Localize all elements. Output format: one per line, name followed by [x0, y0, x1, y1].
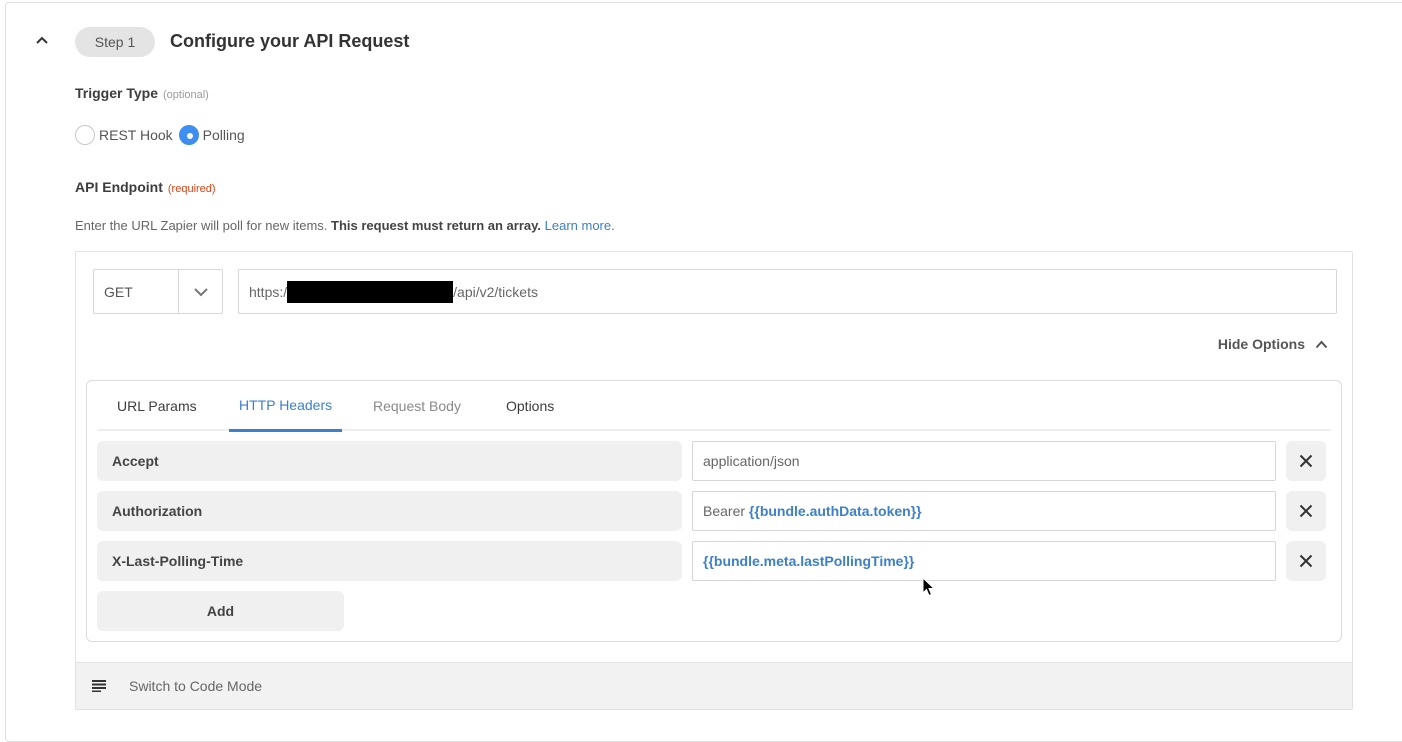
api-endpoint-box: GET https://api/v2/tickets Hide Options …	[75, 251, 1353, 710]
chevron-up-icon	[1315, 340, 1328, 348]
step-title: Configure your API Request	[170, 31, 410, 51]
header-value-field[interactable]: Bearer {{bundle.authData.token}}	[692, 491, 1276, 531]
required-hint: (required)	[167, 183, 216, 195]
step-badge: Step 1	[75, 27, 155, 57]
remove-header-button[interactable]	[1286, 491, 1326, 531]
trigger-type-label: Trigger Type (optional)	[75, 85, 209, 101]
header-value-text: application/json	[703, 453, 800, 469]
api-endpoint-label-text: API Endpoint	[75, 179, 163, 195]
chevron-up-icon	[36, 36, 48, 44]
close-icon	[1299, 454, 1313, 468]
help-text-bold: This request must return an array.	[331, 218, 542, 233]
header-value-token: {{bundle.meta.lastPollingTime}}	[703, 553, 915, 569]
tab-url-params[interactable]: URL Params	[107, 381, 207, 431]
header-value-field[interactable]: {{bundle.meta.lastPollingTime}}	[692, 541, 1276, 581]
add-header-button[interactable]: Add	[97, 591, 344, 631]
url-input[interactable]: https:/ /api/v2/tickets	[238, 269, 1337, 314]
url-suffix: /api/v2/tickets	[453, 283, 538, 300]
url-prefix: https:/	[249, 283, 288, 300]
code-mode-label: Switch to Code Mode	[129, 678, 263, 694]
header-value-field[interactable]: application/json	[692, 441, 1276, 481]
tab-http-headers[interactable]: HTTP Headers	[229, 381, 343, 432]
mouse-cursor-icon	[922, 577, 936, 597]
http-method-value: GET	[104, 283, 133, 300]
hide-options-toggle[interactable]: Hide Options	[1218, 336, 1328, 352]
radio-polling[interactable]: Polling	[178, 125, 245, 145]
header-key-field[interactable]: X-Last-Polling-Time	[97, 541, 682, 581]
switch-to-code-mode-button[interactable]: Switch to Code Mode	[76, 662, 1352, 709]
learn-more-link[interactable]: Learn more	[545, 218, 611, 233]
radio-label-polling: Polling	[202, 127, 245, 143]
redacted-block	[287, 280, 454, 303]
hide-options-label: Hide Options	[1217, 336, 1305, 352]
help-text-plain: Enter the URL Zapier will poll for new i…	[75, 218, 328, 233]
tab-bar: URL Params HTTP Headers Request Body Opt…	[97, 381, 1331, 432]
http-method-select[interactable]: GET	[93, 269, 223, 314]
radio-label-rest-hook: REST Hook	[99, 127, 173, 143]
chevron-down-icon	[193, 287, 208, 296]
method-dropdown-toggle[interactable]	[178, 270, 222, 313]
api-endpoint-help: Enter the URL Zapier will poll for new i…	[75, 218, 615, 233]
tab-options[interactable]: Options	[496, 381, 564, 431]
collapse-step-button[interactable]	[30, 28, 54, 52]
remove-header-button[interactable]	[1286, 441, 1326, 481]
radio-checked-icon	[178, 125, 199, 145]
optional-hint: (optional)	[162, 89, 209, 101]
options-tabs-panel: URL Params HTTP Headers Request Body Opt…	[86, 380, 1342, 642]
api-endpoint-label: API Endpoint (required)	[75, 179, 216, 195]
remove-header-button[interactable]	[1286, 541, 1326, 581]
header-row: X-Last-Polling-Time {{bundle.meta.lastPo…	[97, 541, 1327, 581]
header-value-token: {{bundle.authData.token}}	[748, 503, 922, 519]
header-row: Accept application/json	[97, 441, 1327, 481]
tab-request-body[interactable]: Request Body	[363, 381, 471, 431]
header-key-field[interactable]: Accept	[97, 441, 682, 481]
close-icon	[1299, 554, 1313, 568]
radio-rest-hook[interactable]: REST Hook	[75, 125, 173, 145]
close-icon	[1299, 504, 1313, 518]
header-value-text: Bearer	[703, 503, 746, 519]
trigger-type-radio-group: REST Hook Polling	[75, 125, 251, 145]
trigger-type-label-text: Trigger Type	[75, 85, 158, 101]
radio-unchecked-icon	[75, 125, 95, 145]
header-row: Authorization Bearer {{bundle.authData.t…	[97, 491, 1327, 531]
code-mode-icon	[92, 680, 106, 692]
help-text-end: .	[611, 218, 615, 233]
header-key-field[interactable]: Authorization	[97, 491, 682, 531]
